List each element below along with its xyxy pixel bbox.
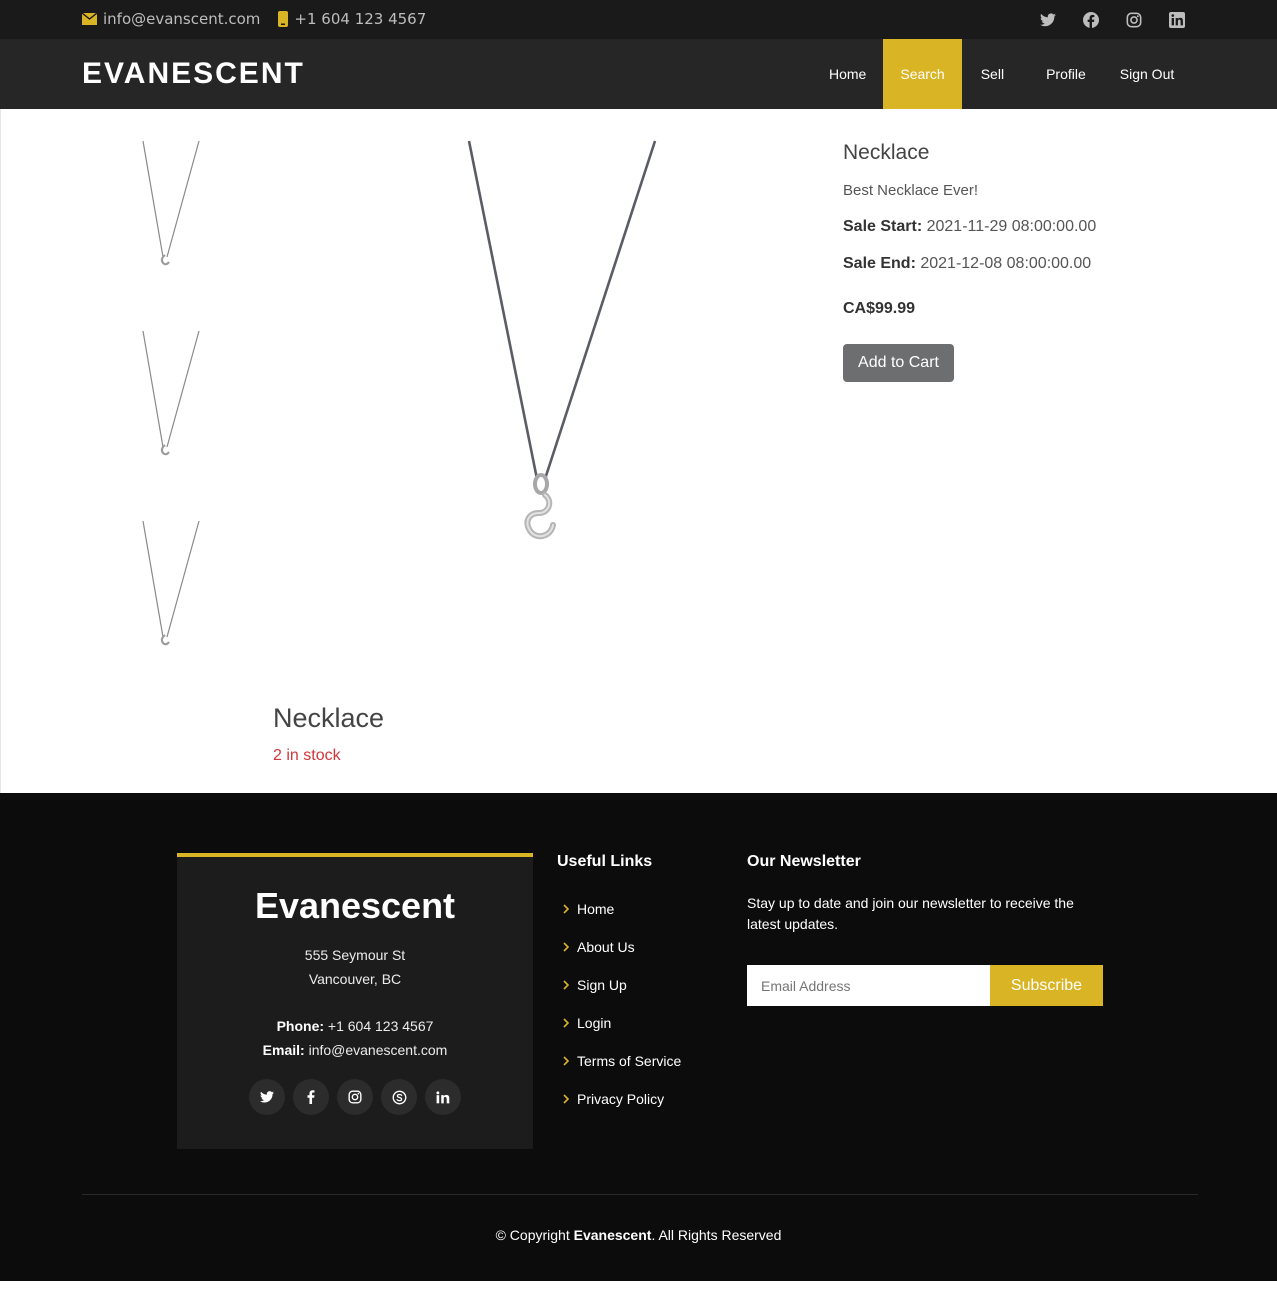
copyright-prefix: © Copyright bbox=[495, 1227, 570, 1243]
sale-start-label: Sale Start: bbox=[843, 218, 923, 235]
instagram-icon[interactable] bbox=[1124, 10, 1144, 30]
chevron-right-icon bbox=[563, 1094, 577, 1104]
footer-address: 555 Seymour St Vancouver, BC bbox=[177, 943, 533, 991]
useful-links: Useful Links Home About Us Sign Up Login… bbox=[557, 853, 681, 1118]
footer-phone-label: Phone: bbox=[276, 1018, 325, 1034]
footer-phone-value: +1 604 123 4567 bbox=[327, 1018, 434, 1034]
footer-link-home[interactable]: Home bbox=[557, 890, 681, 928]
top-bar: info@evanscent.com +1 604 123 4567 bbox=[0, 0, 1277, 39]
product-description: Best Necklace Ever! bbox=[843, 182, 979, 199]
footer-email-label: Email: bbox=[262, 1042, 305, 1058]
footer-link-terms[interactable]: Terms of Service bbox=[557, 1042, 681, 1080]
footer-email-value[interactable]: info@evanescent.com bbox=[309, 1042, 448, 1058]
footer-link-label: Terms of Service bbox=[577, 1053, 682, 1069]
footer-divider bbox=[82, 1194, 1198, 1195]
footer-link-label: Privacy Policy bbox=[577, 1091, 665, 1107]
sale-end-value: 2021-12-08 08:00:00.00 bbox=[920, 255, 1092, 272]
useful-links-heading: Useful Links bbox=[557, 853, 653, 870]
top-phone[interactable]: +1 604 123 4567 bbox=[278, 10, 426, 28]
footer-link-label: Login bbox=[577, 1015, 612, 1031]
top-contact: info@evanscent.com +1 604 123 4567 bbox=[82, 10, 444, 28]
footer-link-label: Home bbox=[577, 901, 615, 917]
copyright-brand: Evanescent bbox=[573, 1227, 652, 1243]
footer-link-label: About Us bbox=[577, 939, 635, 955]
newsletter-text: Stay up to date and join our newsletter … bbox=[747, 895, 1074, 932]
product-thumbnail-2[interactable] bbox=[131, 329, 211, 469]
instagram-icon[interactable] bbox=[337, 1079, 373, 1115]
nav-home[interactable]: Home bbox=[812, 39, 883, 109]
site-logo[interactable]: EVANESCENT bbox=[82, 57, 305, 91]
chevron-right-icon bbox=[563, 942, 577, 952]
footer-link-sign-up[interactable]: Sign Up bbox=[557, 966, 681, 1004]
nav-search[interactable]: Search bbox=[883, 39, 962, 109]
footer-brand-box: Evanescent 555 Seymour St Vancouver, BC … bbox=[177, 853, 533, 1149]
linkedin-icon[interactable] bbox=[1167, 10, 1187, 30]
site-footer: Evanescent 555 Seymour St Vancouver, BC … bbox=[0, 793, 1277, 1281]
phone-icon bbox=[278, 11, 289, 27]
twitter-icon[interactable] bbox=[249, 1079, 285, 1115]
subscribe-button[interactable]: Subscribe bbox=[990, 965, 1103, 1006]
facebook-icon[interactable] bbox=[1081, 10, 1101, 30]
footer-brand-title: Evanescent bbox=[254, 885, 456, 926]
main-nav: Home Search Sell Profile Sign Out bbox=[812, 39, 1191, 109]
linkedin-icon[interactable] bbox=[425, 1079, 461, 1115]
footer-link-privacy[interactable]: Privacy Policy bbox=[557, 1080, 681, 1118]
copyright-suffix: . All Rights Reserved bbox=[651, 1227, 782, 1243]
envelope-icon bbox=[82, 13, 97, 25]
add-to-cart-button[interactable]: Add to Cart bbox=[843, 344, 954, 382]
chevron-right-icon bbox=[563, 1056, 577, 1066]
product-subtitle: Necklace bbox=[273, 703, 385, 733]
chevron-right-icon bbox=[563, 904, 577, 914]
newsletter: Our Newsletter Stay up to date and join … bbox=[747, 853, 1107, 1006]
stock-status: 2 in stock bbox=[273, 747, 341, 764]
footer-link-label: Sign Up bbox=[577, 977, 627, 993]
footer-email: Email: info@evanescent.com bbox=[177, 1038, 533, 1062]
nav-sign-out[interactable]: Sign Out bbox=[1103, 39, 1191, 109]
top-phone-text: +1 604 123 4567 bbox=[294, 10, 427, 28]
copyright: © Copyright Evanescent. All Rights Reser… bbox=[0, 1227, 1277, 1243]
footer-socials bbox=[177, 1079, 533, 1115]
skype-icon[interactable] bbox=[381, 1079, 417, 1115]
chevron-right-icon bbox=[563, 980, 577, 990]
product-thumbnail-3[interactable] bbox=[131, 519, 211, 659]
newsletter-form: Subscribe bbox=[747, 965, 1107, 1006]
top-socials bbox=[1015, 10, 1187, 30]
top-email[interactable]: info@evanscent.com bbox=[82, 10, 260, 28]
chevron-right-icon bbox=[563, 1018, 577, 1028]
footer-link-login[interactable]: Login bbox=[557, 1004, 681, 1042]
newsletter-email-input[interactable] bbox=[747, 965, 990, 1006]
facebook-icon[interactable] bbox=[293, 1079, 329, 1115]
sale-end: Sale End: 2021-12-08 08:00:00.00 bbox=[843, 255, 1096, 273]
product-thumbnail-1[interactable] bbox=[131, 139, 211, 279]
twitter-icon[interactable] bbox=[1038, 10, 1058, 30]
nav-sell[interactable]: Sell bbox=[962, 39, 1026, 109]
footer-link-about-us[interactable]: About Us bbox=[557, 928, 681, 966]
footer-contacts: Phone: +1 604 123 4567 Email: info@evane… bbox=[177, 1014, 533, 1062]
top-email-text: info@evanscent.com bbox=[103, 10, 261, 28]
footer-phone: Phone: +1 604 123 4567 bbox=[177, 1014, 533, 1038]
address-line-2: Vancouver, BC bbox=[308, 971, 402, 987]
product-info: Necklace Best Necklace Ever! Sale Start:… bbox=[843, 141, 1096, 382]
product-price: CA$99.99 bbox=[843, 300, 916, 317]
product-title: Necklace bbox=[843, 141, 930, 164]
newsletter-heading: Our Newsletter bbox=[747, 853, 861, 870]
sale-start: Sale Start: 2021-11-29 08:00:00.00 bbox=[843, 218, 1096, 236]
nav-profile[interactable]: Profile bbox=[1026, 39, 1103, 109]
product-main-image bbox=[441, 139, 681, 559]
product-section: Necklace Best Necklace Ever! Sale Start:… bbox=[0, 109, 1277, 793]
address-line-1: 555 Seymour St bbox=[304, 947, 406, 963]
sale-start-value: 2021-11-29 08:00:00.00 bbox=[926, 218, 1097, 235]
main-header: EVANESCENT Home Search Sell Profile Sign… bbox=[0, 39, 1277, 109]
sale-end-label: Sale End: bbox=[843, 255, 916, 272]
